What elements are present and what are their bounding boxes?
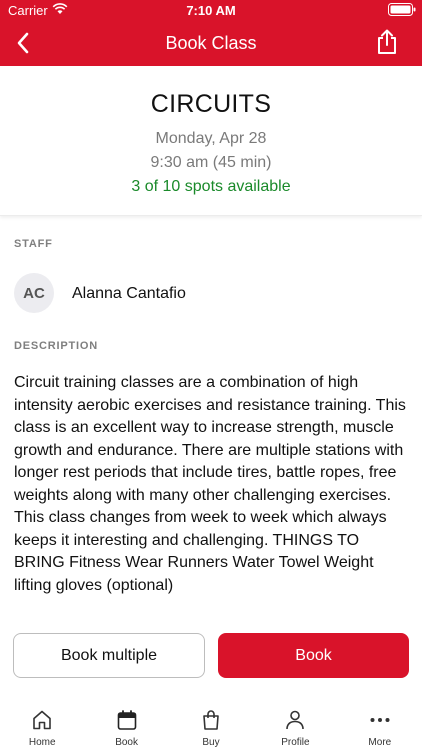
calendar-icon (117, 710, 136, 730)
class-summary: CIRCUITS Monday, Apr 28 9:30 am (45 min)… (0, 66, 422, 216)
home-icon (33, 710, 52, 730)
page-title: Book Class (165, 33, 257, 53)
class-time: 9:30 am (45 min) (150, 154, 272, 171)
book-multiple-button[interactable]: Book multiple (13, 633, 205, 678)
status-bar: Carrier 7:10 AM (0, 0, 422, 20)
header: Carrier 7:10 AM Book Class (0, 0, 422, 66)
tab-bar: Home Book Buy Profile More (0, 700, 422, 750)
tab-home[interactable]: Home (0, 700, 84, 750)
more-dots-icon (370, 718, 390, 722)
status-time: 7:10 AM (186, 3, 236, 18)
battery-icon (388, 3, 416, 16)
tab-label: Home (28, 737, 56, 748)
spots-available: 3 of 10 spots available (131, 178, 291, 195)
class-description: Circuit training classes are a combinati… (14, 374, 406, 594)
avatar: AC (14, 273, 54, 313)
tab-buy[interactable]: Buy (169, 700, 253, 750)
tab-profile[interactable]: Profile (253, 700, 337, 750)
share-icon (378, 29, 396, 54)
share-button[interactable] (372, 26, 402, 58)
tab-label: Book (115, 737, 138, 748)
tab-label: Profile (281, 737, 310, 748)
shopping-bag-icon (203, 710, 219, 730)
tab-label: More (368, 737, 392, 748)
description-section-label: DESCRIPTION (14, 340, 98, 352)
navigation-bar: Book Class (0, 20, 422, 66)
class-date: Monday, Apr 28 (155, 130, 267, 147)
tab-book[interactable]: Book (84, 700, 168, 750)
staff-section-label: STAFF (14, 238, 53, 250)
book-button[interactable]: Book (218, 633, 409, 678)
staff-name[interactable]: Alanna Cantafio (72, 285, 186, 303)
class-name: CIRCUITS (150, 90, 272, 118)
tab-label: Buy (202, 737, 220, 748)
person-icon (286, 710, 305, 730)
tab-more[interactable]: More (338, 700, 422, 750)
